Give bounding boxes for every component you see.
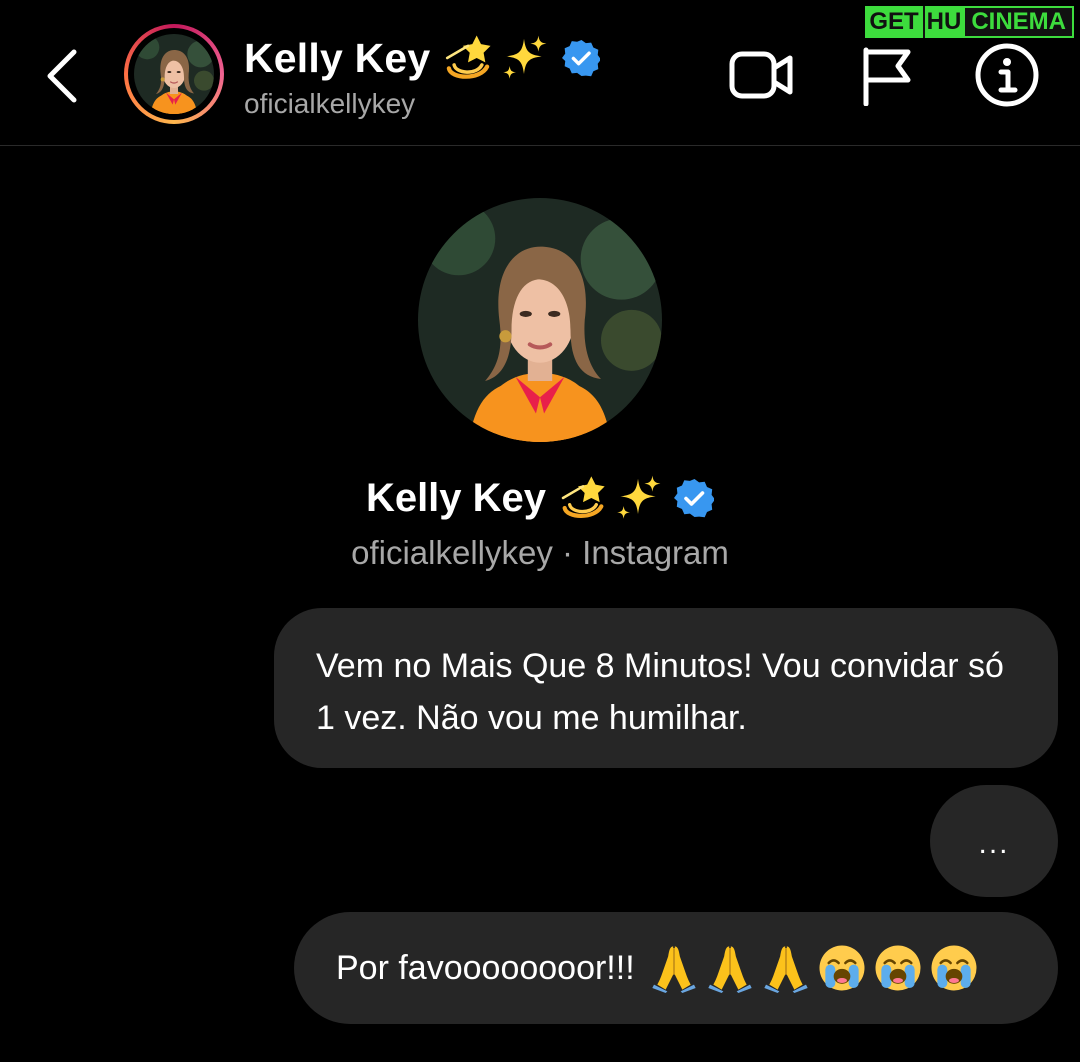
verified-badge-icon [562,39,601,77]
header-title-block[interactable]: Kelly Key oficialkellykey [244,30,601,120]
profile-name-row[interactable]: Kelly Key [0,468,1080,528]
crying-face-emoji-icon [929,944,978,992]
header-avatar[interactable] [124,24,224,124]
header-name-row: Kelly Key [244,30,601,86]
verified-badge-icon [674,478,715,518]
profile-photo[interactable] [418,198,662,442]
message-bubble[interactable]: Vem no Mais Que 8 Minutos! Vou convidar … [274,608,1058,768]
message-bubble[interactable]: Por favoooooooor!!! [294,912,1058,1024]
report-button[interactable] [858,44,916,107]
sparkles-emoji-icon [503,35,547,79]
message-text: Vem no Mais Que 8 Minutos! Vou convidar … [316,647,1004,737]
folded-hands-emoji-icon [707,945,753,993]
dizzy-emoji-icon [558,473,608,523]
watermark-part: GET [865,6,923,38]
avatar-photo [134,34,214,114]
message-bubble[interactable]: ... [930,785,1058,897]
chevron-left-icon [47,49,77,103]
profile-subtitle: oficialkellykey · Instagram [351,534,729,571]
back-button[interactable] [38,44,88,104]
message-emojis [649,943,985,993]
message-text: ... [978,827,1010,860]
header-name: Kelly Key [244,34,431,81]
info-button[interactable] [974,42,1040,108]
watermark-part: CINEMA [963,6,1074,38]
info-icon [975,43,1039,107]
video-call-button[interactable] [728,44,796,106]
folded-hands-emoji-icon [651,945,697,993]
crying-face-emoji-icon [873,944,922,992]
message-text: Por favoooooooor!!! [336,948,635,987]
header-username: oficialkellykey [244,88,416,119]
folded-hands-emoji-icon [763,945,809,993]
profile-name: Kelly Key [365,475,547,520]
watermark-part: HU [922,6,964,38]
crying-face-emoji-icon [817,944,866,992]
video-camera-icon [729,51,793,99]
flag-icon [863,47,911,107]
watermark-logo: GET HU CINEMA [865,6,1074,38]
dizzy-emoji-icon [442,32,494,84]
sparkles-emoji-icon [617,475,661,519]
